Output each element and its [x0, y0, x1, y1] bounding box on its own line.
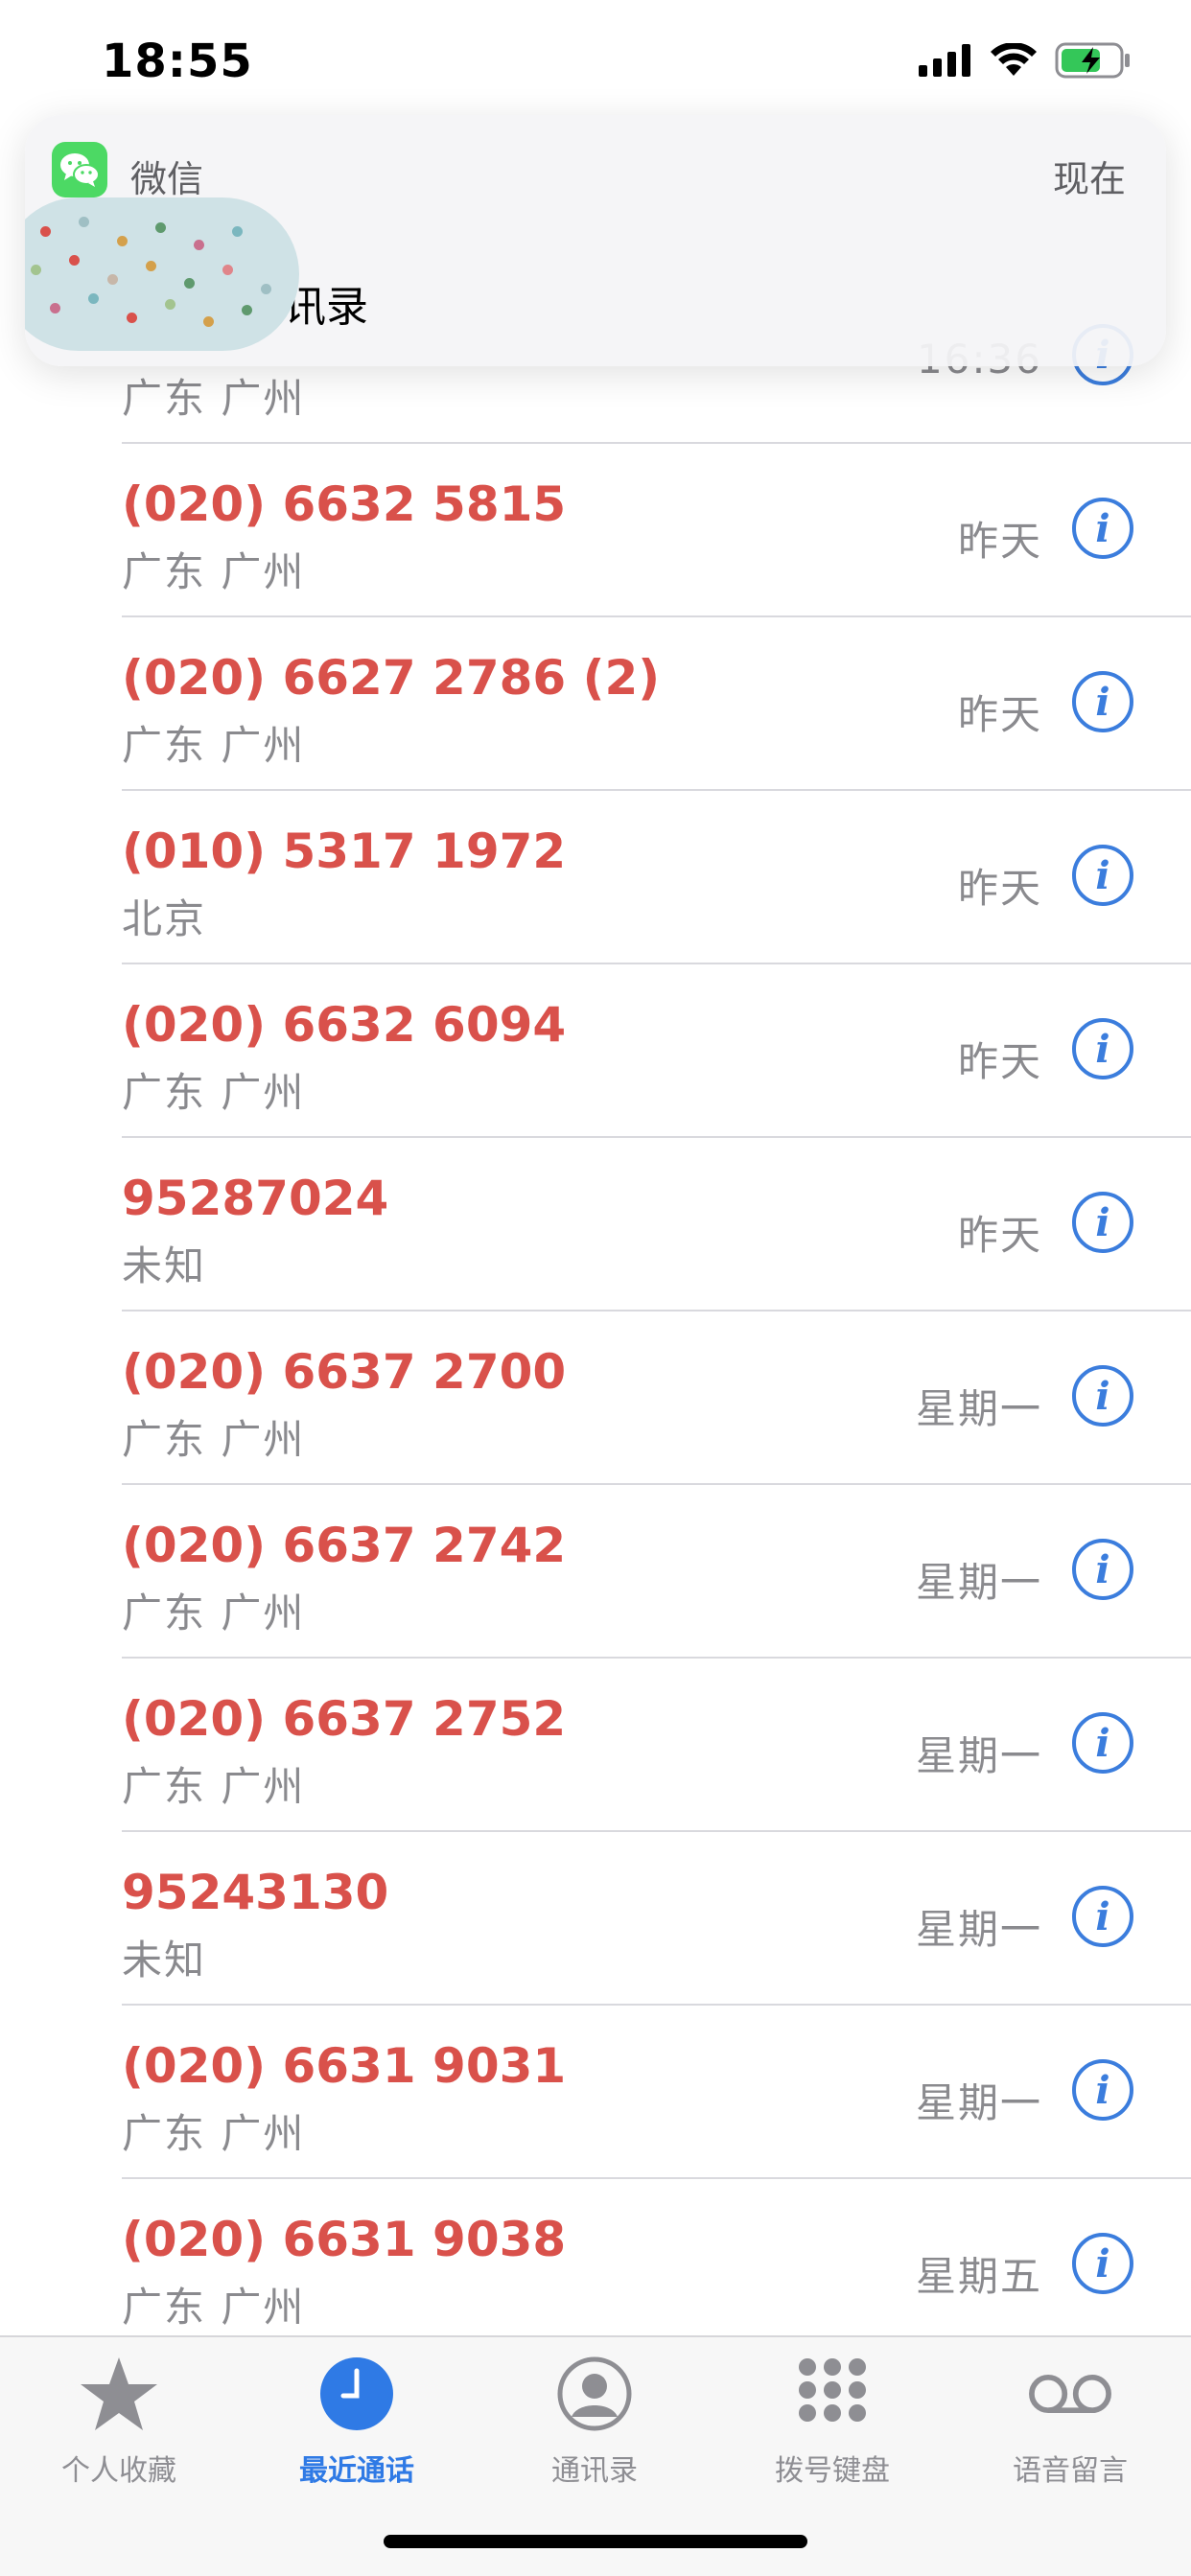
call-row[interactable]: (020) 6632 5815 广东 广州 昨天 i — [0, 444, 1191, 617]
call-location: 广东 广州 — [122, 548, 306, 595]
call-time: 昨天 — [957, 1038, 1042, 1085]
call-time: 星期一 — [915, 1732, 1042, 1779]
call-location: 广东 广州 — [122, 1763, 306, 1810]
tab-label: 个人收藏 — [61, 2454, 176, 2488]
notification-time: 现在 — [1052, 158, 1126, 200]
call-number: (020) 6631 9031 — [122, 2038, 567, 2094]
call-row[interactable]: 95243130 未知 星期一 i — [0, 1832, 1191, 2006]
keypad-icon — [789, 2351, 876, 2437]
wifi-icon — [991, 43, 1037, 76]
call-number: (020) 6632 5815 — [122, 476, 567, 532]
call-number: (020) 6632 6094 — [122, 997, 567, 1053]
call-row[interactable]: (020) 6637 2742 广东 广州 星期一 i — [0, 1485, 1191, 1659]
call-row[interactable]: (020) 6632 6094 广东 广州 昨天 i — [0, 964, 1191, 1138]
call-time: 昨天 — [957, 691, 1042, 738]
call-number: (020) 6637 2742 — [122, 1518, 567, 1573]
tab-contacts[interactable]: 通讯录 — [499, 2351, 690, 2495]
info-icon[interactable]: i — [1072, 671, 1133, 732]
call-location: 广东 广州 — [122, 722, 306, 769]
voicemail-icon — [1027, 2351, 1113, 2437]
wechat-notification-banner[interactable]: 微信 现在 讯录 — [25, 115, 1166, 366]
call-location: 广东 广州 — [122, 2110, 306, 2157]
call-time: 星期一 — [915, 1906, 1042, 1953]
call-row[interactable]: (020) 6631 9038 广东 广州 星期五 i — [0, 2179, 1191, 2353]
call-number: 95243130 — [122, 1865, 389, 1920]
tab-favorites[interactable]: 个人收藏 — [23, 2351, 215, 2495]
tab-voicemail[interactable]: 语音留言 — [974, 2351, 1166, 2495]
contact-icon — [551, 2351, 638, 2437]
call-number: (020) 6637 2700 — [122, 1344, 567, 1400]
battery-charging-icon — [1055, 42, 1130, 79]
call-time: 昨天 — [957, 518, 1042, 565]
clock-icon — [314, 2351, 400, 2437]
call-location: 广东 广州 — [122, 375, 306, 422]
call-time: 星期五 — [915, 2253, 1042, 2300]
notification-app-name: 微信 — [130, 158, 204, 200]
tab-label: 语音留言 — [1013, 2454, 1128, 2488]
call-number: (020) 6637 2752 — [122, 1691, 567, 1747]
info-icon[interactable]: i — [1072, 845, 1133, 906]
status-icons — [919, 42, 1132, 79]
call-location: 广东 广州 — [122, 1590, 306, 1636]
call-number: (010) 5317 1972 — [122, 824, 567, 879]
call-location: 未知 — [122, 1937, 207, 1984]
call-time: 星期一 — [915, 1559, 1042, 1606]
phone-screen: 18:55 广东 广州 16:36 i — [0, 0, 1191, 2576]
info-icon[interactable]: i — [1072, 1539, 1133, 1600]
call-number: 95287024 — [122, 1171, 389, 1226]
star-icon — [76, 2351, 162, 2437]
call-row[interactable]: (020) 6627 2786 (2) 广东 广州 昨天 i — [0, 617, 1191, 791]
info-icon[interactable]: i — [1072, 1192, 1133, 1253]
call-number: (020) 6627 2786 (2) — [122, 650, 661, 706]
redaction-mosaic — [25, 197, 299, 351]
call-location: 未知 — [122, 1242, 207, 1289]
tab-recents[interactable]: 最近通话 — [261, 2351, 453, 2495]
tab-label: 拨号键盘 — [775, 2454, 890, 2488]
status-time: 18:55 — [102, 35, 253, 88]
info-icon[interactable]: i — [1072, 2233, 1133, 2294]
call-number: (020) 6631 9038 — [122, 2212, 567, 2267]
info-icon[interactable]: i — [1072, 1712, 1133, 1774]
info-icon[interactable]: i — [1072, 1018, 1133, 1079]
info-icon[interactable]: i — [1072, 2059, 1133, 2121]
home-indicator[interactable] — [384, 2535, 807, 2548]
tab-label: 最近通话 — [299, 2454, 414, 2488]
call-row[interactable]: 95287024 未知 昨天 i — [0, 1138, 1191, 1311]
call-time: 昨天 — [957, 865, 1042, 912]
status-bar: 18:55 — [0, 0, 1191, 125]
info-icon[interactable]: i — [1072, 1365, 1133, 1427]
info-icon[interactable]: i — [1072, 498, 1133, 559]
tab-keypad[interactable]: 拨号键盘 — [736, 2351, 928, 2495]
call-row[interactable]: (020) 6637 2752 广东 广州 星期一 i — [0, 1659, 1191, 1832]
cellular-signal-icon — [919, 44, 970, 77]
call-time: 星期一 — [915, 1385, 1042, 1432]
call-location: 广东 广州 — [122, 1069, 306, 1116]
wechat-app-icon — [52, 142, 107, 197]
info-icon[interactable]: i — [1072, 1886, 1133, 1947]
recent-calls-list: (020) 6632 5815 广东 广州 昨天 i (020) 6627 27… — [0, 444, 1191, 2353]
call-row[interactable]: (010) 5317 1972 北京 昨天 i — [0, 791, 1191, 964]
call-row[interactable]: (020) 6637 2700 广东 广州 星期一 i — [0, 1311, 1191, 1485]
call-row[interactable]: (020) 6631 9031 广东 广州 星期一 i — [0, 2006, 1191, 2179]
call-time: 星期一 — [915, 2079, 1042, 2126]
call-location: 广东 广州 — [122, 2284, 306, 2331]
call-time: 昨天 — [957, 1212, 1042, 1259]
call-location: 北京 — [122, 895, 207, 942]
call-location: 广东 广州 — [122, 1416, 306, 1463]
tab-label: 通讯录 — [551, 2454, 638, 2488]
